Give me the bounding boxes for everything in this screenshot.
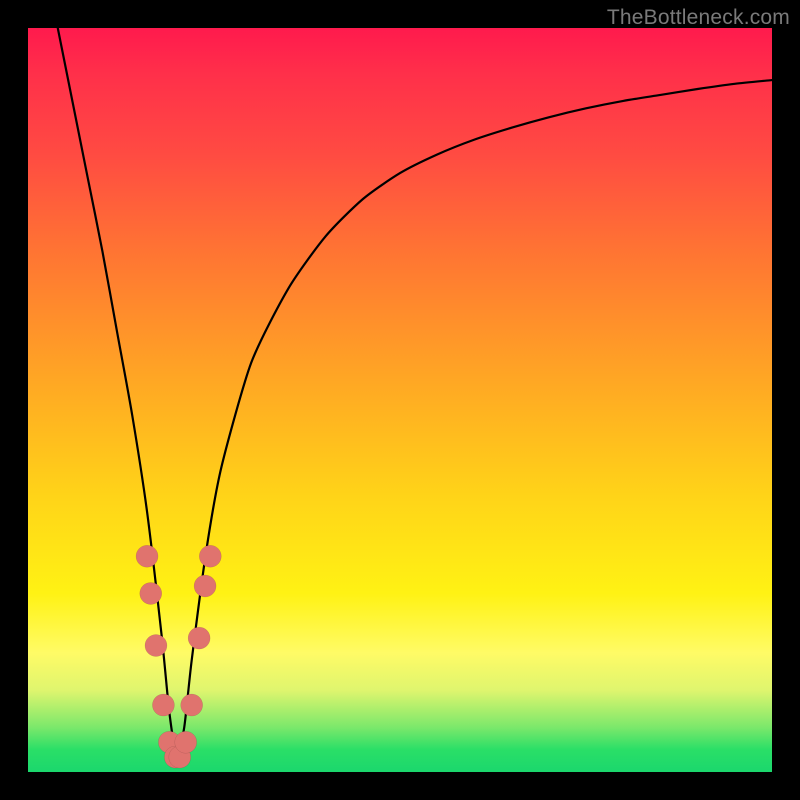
curve-marker xyxy=(175,731,197,753)
curve-marker xyxy=(145,635,167,657)
curve-marker xyxy=(152,694,174,716)
curve-marker xyxy=(136,545,158,567)
chart-frame: TheBottleneck.com xyxy=(0,0,800,800)
curve-marker xyxy=(194,575,216,597)
curve-marker xyxy=(199,545,221,567)
chart-svg xyxy=(28,28,772,772)
curve-marker xyxy=(188,627,210,649)
curve-marker xyxy=(140,582,162,604)
marker-group xyxy=(136,545,221,768)
plot-area xyxy=(28,28,772,772)
curve-marker xyxy=(181,694,203,716)
watermark-text: TheBottleneck.com xyxy=(607,6,790,30)
